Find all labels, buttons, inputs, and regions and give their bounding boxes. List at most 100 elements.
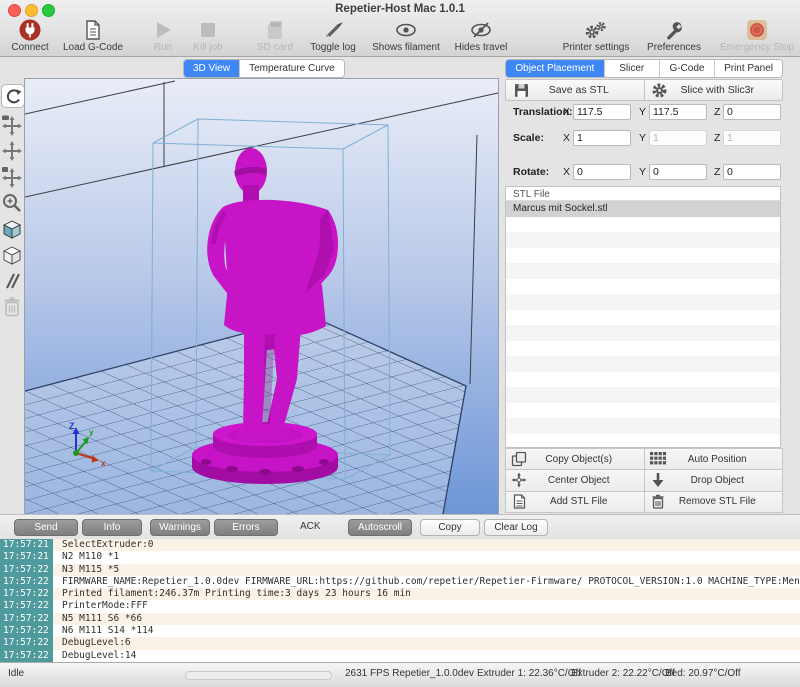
stop-icon	[199, 19, 217, 41]
move-object-xy-button[interactable]	[0, 164, 24, 190]
window-chrome: Repetier-Host Mac 1.0.1 Connect Load G-C…	[0, 0, 800, 57]
move-viewpoint-button[interactable]	[0, 112, 24, 138]
log-line: 17:57:22PrinterMode:FFF	[0, 600, 800, 612]
load-gcode-button[interactable]: Load G-Code	[58, 17, 128, 53]
extruder1-temp: Extruder 1: 22.36°C/Off	[477, 668, 581, 679]
translation-z-input[interactable]	[723, 104, 781, 120]
remove-stl-file-button[interactable]: Remove STL File	[645, 492, 783, 512]
log-timestamp: 17:57:22	[0, 625, 53, 637]
3d-viewport[interactable]: Z y x	[24, 78, 499, 515]
log-filter-ack-toggle[interactable]: ACK	[300, 521, 321, 532]
translation-y-input[interactable]	[649, 104, 707, 120]
trash-icon	[645, 494, 671, 509]
cube-filled-icon	[0, 217, 24, 241]
list-stripe	[506, 372, 780, 388]
front-view-button[interactable]	[0, 242, 24, 268]
log-filter-info-button[interactable]: Info	[82, 519, 142, 536]
autoscroll-toggle[interactable]: Autoscroll	[348, 519, 412, 536]
copy-icon	[506, 451, 532, 467]
tab-3d-view[interactable]: 3D View	[184, 60, 240, 77]
view-tool-strip	[0, 84, 24, 320]
log-filter-errors-button[interactable]: Errors	[214, 519, 278, 536]
log-message: FIRMWARE_NAME:Repetier_1.0.0dev FIRMWARE…	[53, 576, 800, 588]
tab-slicer[interactable]: Slicer	[605, 60, 660, 77]
kill-job-button: Kill job	[186, 17, 230, 53]
log-message: DebugLevel:6	[53, 637, 131, 649]
minimize-window-button[interactable]	[25, 4, 38, 17]
right-tab-bar: Object Placement Slicer G-Code Print Pan…	[505, 59, 783, 78]
log-filter-send-button[interactable]: Send	[14, 519, 78, 536]
slice-with-slic3r-button[interactable]: Slice with Slic3r	[644, 80, 783, 100]
tab-gcode[interactable]: G-Code	[660, 60, 715, 77]
gears-icon	[583, 19, 609, 41]
rotate-label: Rotate:	[513, 166, 549, 178]
add-stl-file-button[interactable]: Add STL File	[506, 492, 644, 512]
log-line: 17:57:21SelectExtruder:0	[0, 539, 800, 551]
tab-object-placement[interactable]: Object Placement	[506, 60, 605, 77]
auto-position-button[interactable]: Auto Position	[645, 449, 783, 469]
connect-button[interactable]: Connect	[6, 17, 54, 53]
close-window-button[interactable]	[8, 4, 21, 17]
eye-icon	[394, 19, 418, 41]
eye-slash-icon	[469, 19, 493, 41]
preferences-button[interactable]: Preferences	[642, 17, 706, 53]
save-slice-row: Save as STL Slice with Slic3r	[505, 79, 783, 101]
list-stripe	[506, 263, 780, 279]
center-move-icon	[506, 472, 532, 488]
shows-filament-button[interactable]: Shows filament	[366, 17, 446, 53]
rotate-z-input[interactable]	[723, 164, 781, 180]
rotate-row: Rotate: X Y Z	[505, 164, 783, 180]
copy-objects-button[interactable]: Copy Object(s)	[506, 449, 644, 469]
down-arrow-icon	[645, 472, 671, 488]
log-timestamp: 17:57:22	[0, 588, 53, 600]
bed-temp: Bed: 20.97°C/Off	[665, 668, 741, 679]
pencil-icon	[322, 19, 344, 41]
log-message: N6 M111 S14 *114	[53, 625, 154, 637]
list-stripe	[506, 356, 780, 372]
list-stripe	[506, 310, 780, 326]
hides-travel-button[interactable]: Hides travel	[448, 17, 514, 53]
scale-x-input[interactable]	[573, 130, 631, 146]
printer-settings-button[interactable]: Printer settings	[554, 17, 638, 53]
scale-y-input	[649, 130, 707, 146]
log-message: PrinterMode:FFF	[53, 600, 148, 612]
emergency-stop-button: Emergency Stop	[718, 17, 796, 53]
stl-file-list: Marcus mit Sockel.stl	[505, 201, 781, 448]
clear-log-button[interactable]: Clear Log	[484, 519, 548, 536]
axis-x-label: x	[101, 459, 106, 468]
document-icon	[506, 494, 532, 509]
stl-list-item[interactable]: Marcus mit Sockel.stl	[506, 201, 780, 217]
rotate-x-input[interactable]	[573, 164, 631, 180]
isometric-view-button[interactable]	[0, 216, 24, 242]
log-line: 17:57:22N3 M115 *5	[0, 564, 800, 576]
parallel-projection-button[interactable]	[0, 268, 24, 294]
log-message: N5 M111 S6 *66	[53, 613, 142, 625]
move-box-icon	[1, 166, 23, 188]
drop-object-button[interactable]: Drop Object	[645, 470, 783, 490]
tab-print-panel[interactable]: Print Panel	[715, 60, 782, 77]
zoom-button[interactable]	[0, 190, 24, 216]
center-object-button[interactable]: Center Object	[506, 470, 644, 490]
log-output[interactable]: 17:57:21SelectExtruder:0 17:57:21N2 M110…	[0, 539, 800, 662]
list-stripe	[506, 217, 780, 233]
toggle-log-button[interactable]: Toggle log	[304, 17, 362, 53]
wrench-icon	[663, 19, 685, 41]
rotate-y-input[interactable]	[649, 164, 707, 180]
move-object-button[interactable]	[0, 138, 24, 164]
move-icon	[1, 140, 23, 162]
trash-icon	[2, 296, 22, 318]
log-timestamp: 17:57:22	[0, 564, 53, 576]
log-filter-warnings-button[interactable]: Warnings	[150, 519, 210, 536]
rotate-view-button[interactable]	[1, 84, 25, 108]
delete-object-button	[0, 294, 24, 320]
run-button: Run	[146, 17, 180, 53]
list-stripe	[506, 387, 780, 403]
log-timestamp: 17:57:22	[0, 576, 53, 588]
zoom-window-button[interactable]	[42, 4, 55, 17]
tab-temperature-curve[interactable]: Temperature Curve	[240, 60, 344, 77]
translation-x-input[interactable]	[573, 104, 631, 120]
copy-log-button[interactable]: Copy	[420, 519, 480, 536]
list-stripe	[506, 434, 780, 449]
save-as-stl-button[interactable]: Save as STL	[506, 80, 644, 100]
magnifier-icon	[1, 192, 23, 214]
